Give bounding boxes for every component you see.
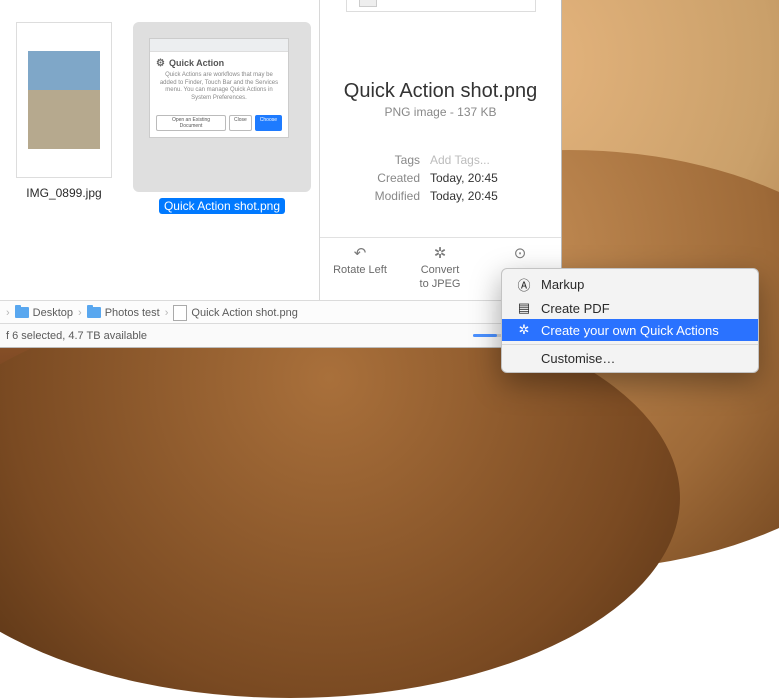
thumbnail-img: [16, 22, 112, 178]
chevron-right-icon: ›: [165, 307, 169, 319]
pathbar-file[interactable]: Quick Action shot.png: [173, 305, 297, 321]
menu-item-customise[interactable]: Customise…: [502, 348, 758, 369]
chevron-right-icon: ›: [78, 307, 82, 319]
folder-icon: [15, 307, 29, 318]
folder-icon: [87, 307, 101, 318]
status-bar: f 6 selected, 4.7 TB available: [0, 323, 561, 347]
preview-subtitle: PNG image - 137 KB: [320, 105, 561, 119]
gear-icon: ✲: [400, 244, 480, 262]
gear-icon: ⚙: [156, 58, 165, 69]
gear-icon: ✲: [516, 322, 532, 338]
thumbnail-qa: ⚙Quick Action Quick Actions are workflow…: [149, 38, 289, 138]
rotate-left-button[interactable]: ↶ Rotate Left: [320, 238, 400, 301]
menu-item-markup[interactable]: Ⓐ Markup: [502, 272, 758, 297]
pdf-icon: ▤: [516, 300, 532, 316]
finder-window: IMG_0899.jpg ⚙Quick Action Quick Actions…: [0, 0, 562, 348]
file-item-qa[interactable]: ⚙Quick Action Quick Actions are workflow…: [132, 22, 312, 214]
preview-thumbnail: [346, 0, 536, 12]
convert-jpeg-button[interactable]: ✲ Convertto JPEG: [400, 238, 480, 301]
menu-separator: [502, 344, 758, 345]
markup-icon: Ⓐ: [516, 275, 532, 294]
pathbar-desktop[interactable]: Desktop: [15, 307, 73, 319]
file-label: IMG_0899.jpg: [14, 186, 114, 200]
file-label-selected[interactable]: Quick Action shot.png: [159, 198, 285, 214]
add-tags-field[interactable]: Add Tags...: [430, 153, 490, 167]
selection-highlight: ⚙Quick Action Quick Actions are workflow…: [133, 22, 311, 192]
pathbar-folder[interactable]: Photos test: [87, 307, 160, 319]
path-bar: › Desktop › Photos test › Quick Action s…: [0, 300, 561, 324]
file-icon: [173, 305, 187, 321]
context-menu: Ⓐ Markup ▤ Create PDF ✲ Create your own …: [501, 268, 759, 373]
chevron-right-icon: ›: [6, 307, 10, 319]
status-text: f 6 selected, 4.7 TB available: [6, 330, 147, 342]
icon-view: IMG_0899.jpg ⚙Quick Action Quick Actions…: [0, 0, 320, 300]
preview-filename: Quick Action shot.png: [320, 80, 561, 103]
more-icon: ⊙: [480, 244, 560, 262]
file-item-img[interactable]: IMG_0899.jpg: [14, 22, 114, 200]
menu-item-create-pdf[interactable]: ▤ Create PDF: [502, 297, 758, 319]
menu-item-create-own-quick-actions[interactable]: ✲ Create your own Quick Actions: [502, 319, 758, 341]
rotate-left-icon: ↶: [320, 244, 400, 262]
preview-metadata: TagsAdd Tags... CreatedToday, 20:45 Modi…: [320, 151, 561, 205]
